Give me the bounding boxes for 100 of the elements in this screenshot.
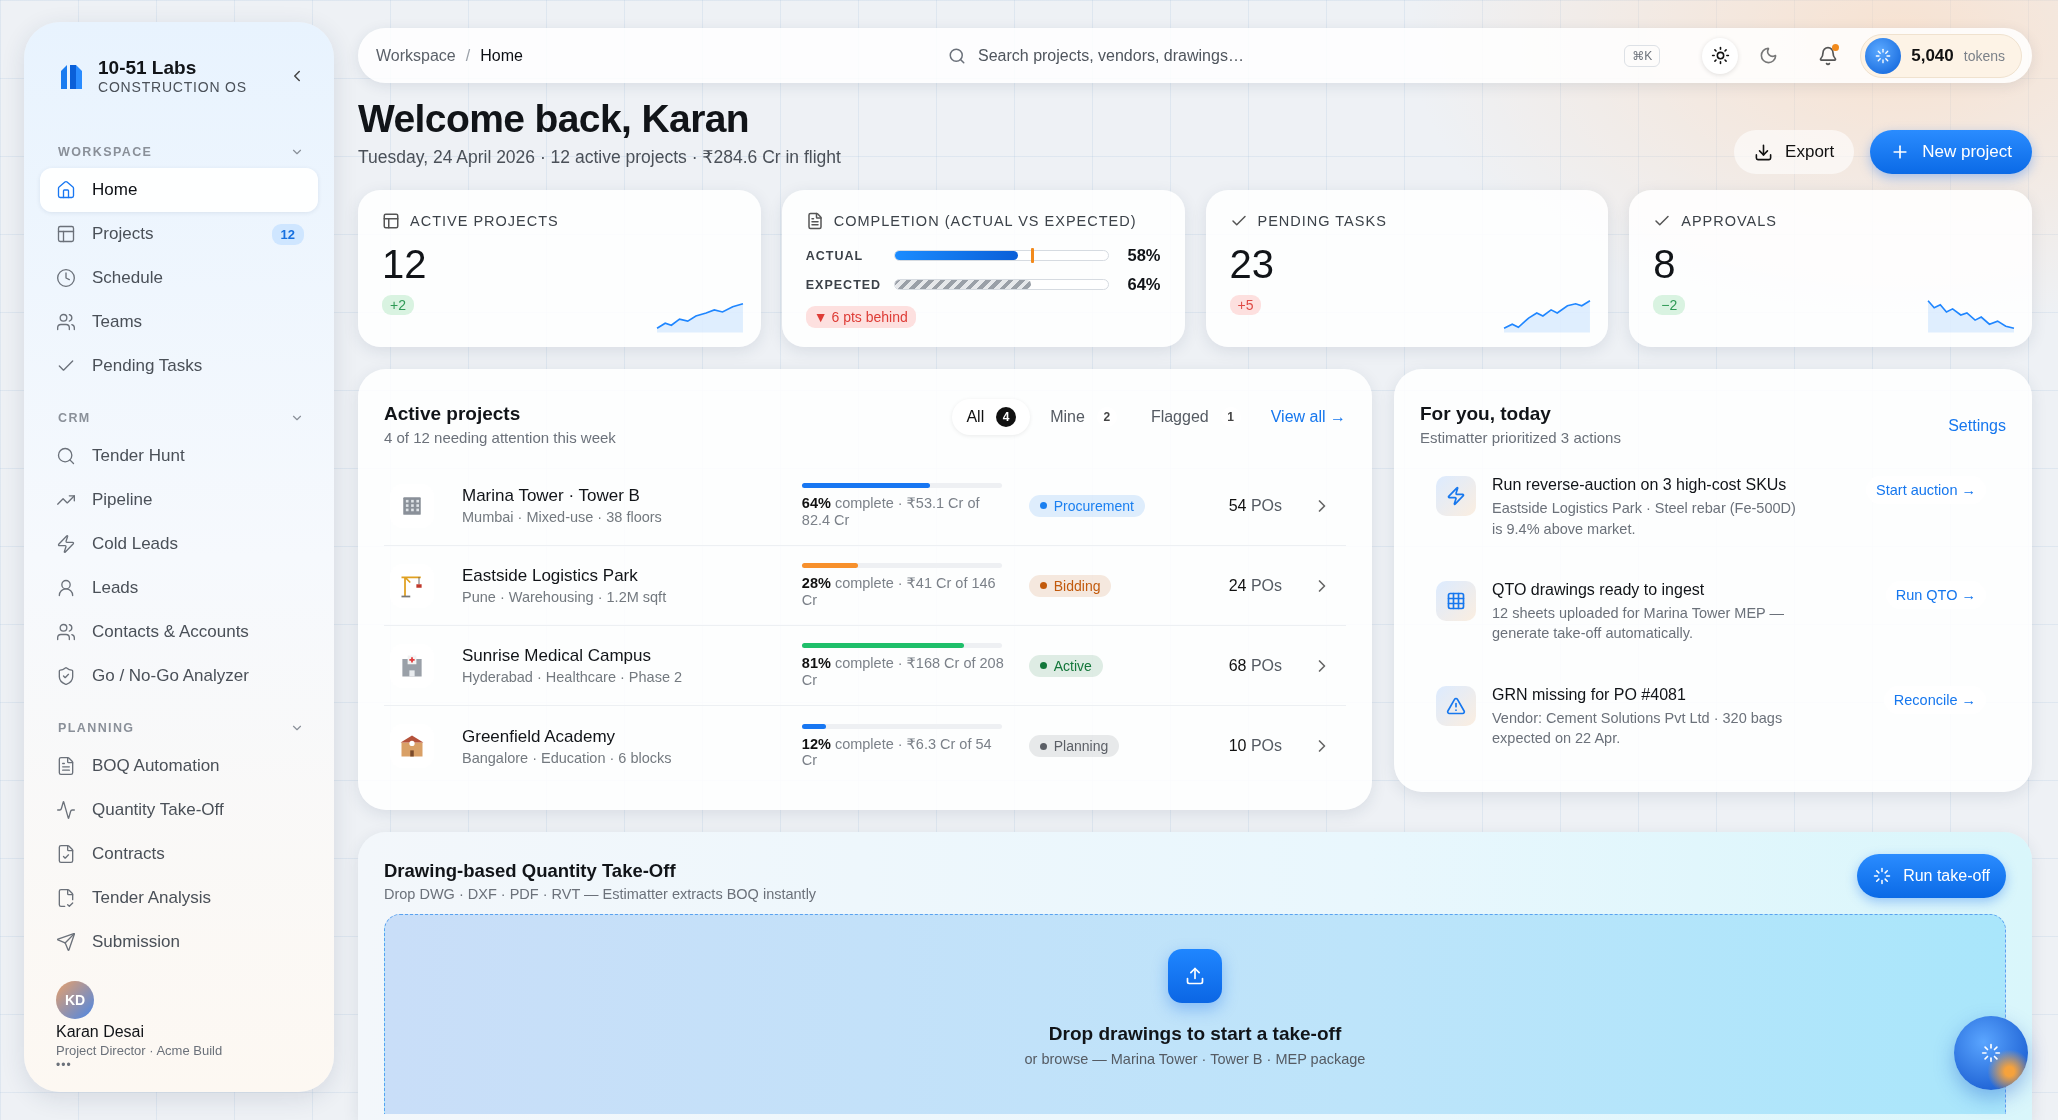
panel-title: Drawing-based Quantity Take-Off bbox=[384, 860, 677, 883]
nav-item[interactable]: Quantity Take-Off bbox=[40, 788, 318, 832]
download-icon bbox=[1754, 142, 1774, 162]
brand-tagline: CONSTRUCTION OS bbox=[98, 79, 248, 95]
user-icon bbox=[56, 578, 76, 598]
project-meta: Pune · Warehousing · 1.2M sqft bbox=[462, 589, 668, 606]
moon-icon bbox=[1758, 46, 1778, 66]
breadcrumb-separator: / bbox=[465, 46, 471, 65]
project-name: Sunrise Medical Campus bbox=[462, 646, 652, 667]
table-icon bbox=[382, 212, 400, 231]
drop-hint: or browse — Marina Tower · Tower B · MEP package bbox=[1024, 1051, 1366, 1068]
status-tag: Active bbox=[1028, 654, 1103, 677]
filter-tab[interactable]: Flagged 1 bbox=[1136, 399, 1255, 436]
user-name: Karan Desai bbox=[56, 1023, 145, 1041]
nav-item[interactable]: Home bbox=[40, 168, 318, 212]
kpi-label: PENDING TASKS bbox=[1257, 213, 1387, 230]
project-name: Greenfield Academy bbox=[462, 726, 617, 747]
action-link[interactable]: Reconcile → bbox=[1883, 685, 1986, 714]
delta-badge: +5 bbox=[1229, 295, 1262, 316]
project-row[interactable]: Sunrise Medical Campus Hyderabad · Healthcare · Phase 2 81% complete · ₹168 Cr of 208 Cr Active 68 POs bbox=[384, 626, 1346, 707]
nav-item[interactable]: Pending Tasks bbox=[40, 344, 318, 388]
spinner-icon bbox=[1981, 1043, 2001, 1063]
project-name: Eastside Logistics Park bbox=[462, 566, 639, 587]
breadcrumb-link[interactable]: Workspace bbox=[376, 46, 456, 65]
brand-name: 10-51 Labs bbox=[98, 57, 198, 79]
alert-badge: ▼ 6 pts behind bbox=[805, 306, 916, 329]
page-title: Welcome back, Karan bbox=[358, 97, 751, 142]
kpi-label: COMPLETION (ACTUAL VS EXPECTED) bbox=[833, 213, 1137, 230]
more-button[interactable]: ••• bbox=[56, 1058, 72, 1072]
drop-zone[interactable]: Drop drawings to start a take-off or browse — Marina Tower · Tower B · MEP package bbox=[384, 914, 2006, 1115]
user-role: Project Director · Acme Build bbox=[56, 1043, 223, 1058]
nav-item[interactable]: Schedule bbox=[40, 256, 318, 300]
progress-text: 81% complete · ₹168 Cr of 208 Cr bbox=[801, 655, 1005, 689]
status-tag: Bidding bbox=[1028, 574, 1112, 597]
project-meta: Mumbai · Mixed-use · 38 floors bbox=[462, 509, 663, 526]
document-icon bbox=[56, 756, 76, 776]
upload-button[interactable] bbox=[1168, 949, 1222, 1004]
panel-subtitle: Drop DWG · DXF · PDF · RVT — Estimatter extracts BOQ instantly bbox=[384, 886, 817, 903]
tokens-button[interactable]: 5,040 tokens bbox=[1860, 33, 2022, 78]
shortcut-hint: ⌘K bbox=[1624, 44, 1661, 67]
document-icon bbox=[805, 212, 824, 231]
filter-tab[interactable]: Mine 2 bbox=[1036, 399, 1131, 436]
panel-subtitle: 4 of 12 needing attention this week bbox=[384, 429, 616, 447]
token-orb-icon bbox=[1865, 37, 1902, 74]
nav-item[interactable]: Projects 12 bbox=[40, 212, 318, 256]
delta-badge: −2 bbox=[1653, 295, 1686, 316]
count-badge: 12 bbox=[271, 223, 304, 245]
view-all-link[interactable]: View all → bbox=[1270, 408, 1346, 427]
users-icon bbox=[56, 312, 76, 332]
kpi-value: 12 bbox=[382, 242, 428, 288]
user-avatar: KD bbox=[56, 981, 94, 1019]
action-title: Run reverse-auction on 3 high-cost SKUs bbox=[1492, 476, 1788, 495]
kpi-value: 23 bbox=[1229, 242, 1275, 288]
bar-reading: 58% bbox=[1127, 246, 1161, 266]
nav-item[interactable]: Teams bbox=[40, 300, 318, 344]
file-check-icon bbox=[56, 888, 76, 908]
run-takeoff-button[interactable]: Run take-off bbox=[1857, 854, 2006, 899]
bell-icon bbox=[1818, 45, 1839, 66]
secondary-button[interactable]: Export bbox=[1734, 130, 1855, 175]
nav-item[interactable]: Contacts & Accounts bbox=[40, 610, 318, 654]
light-mode-button[interactable] bbox=[1702, 37, 1739, 74]
breadcrumb-link[interactable]: Home bbox=[480, 46, 523, 65]
nav-item[interactable]: Go / No-Go Analyzer bbox=[40, 654, 318, 698]
primary-button[interactable]: New project bbox=[1870, 130, 2032, 175]
nav-item[interactable]: Contracts bbox=[40, 832, 318, 876]
nav-item[interactable]: Tender Analysis bbox=[40, 876, 318, 920]
nav-item[interactable]: Leads bbox=[40, 566, 318, 610]
progress-text: 12% complete · ₹6.3 Cr of 54 Cr bbox=[801, 735, 993, 770]
settings-link[interactable]: Settings bbox=[1948, 417, 2006, 436]
home-icon bbox=[56, 180, 76, 200]
kpi-label: ACTIVE PROJECTS bbox=[410, 213, 559, 230]
bar-label: EXPECTED bbox=[805, 277, 883, 292]
panel-subtitle: Estimatter prioritized 3 actions bbox=[1420, 429, 1621, 447]
bar-reading: 64% bbox=[1127, 275, 1161, 295]
pulse-icon bbox=[56, 800, 76, 820]
panel-title: Active projects bbox=[384, 403, 522, 426]
status-tag: Planning bbox=[1028, 735, 1120, 758]
kpi-label: APPROVALS bbox=[1681, 213, 1778, 230]
nav-item[interactable]: Pipeline bbox=[40, 478, 318, 522]
spinner-icon bbox=[1873, 867, 1892, 886]
filter-tab[interactable]: All 4 bbox=[952, 399, 1031, 436]
delta-badge: +2 bbox=[382, 295, 414, 316]
lightning-icon bbox=[1436, 476, 1476, 517]
search-icon bbox=[948, 46, 966, 65]
nav-item[interactable]: Submission bbox=[40, 920, 318, 964]
action-detail: 12 sheets uploaded for Marina Tower MEP — generate take-off automatically. bbox=[1492, 603, 1786, 644]
project-row[interactable]: Greenfield Academy Bangalore · Education · 6 blocks 12% complete · ₹6.3 Cr of 54 Cr Planning 10 POs bbox=[384, 706, 1346, 787]
project-row[interactable]: Marina Tower · Tower B Mumbai · Mixed-use · 38 floors 64% complete · ₹53.1 Cr of 82.4 Cr Procurement 54 POs bbox=[384, 466, 1346, 547]
status-tag: Procurement bbox=[1028, 494, 1145, 517]
progress-text: 28% complete · ₹41 Cr of 146 Cr bbox=[801, 575, 997, 609]
nav-item[interactable]: Cold Leads bbox=[40, 522, 318, 566]
progress-text: 64% complete · ₹53.1 Cr of 82.4 Cr bbox=[801, 495, 981, 529]
send-icon bbox=[56, 932, 76, 952]
panel-title: For you, today bbox=[1420, 403, 1552, 426]
nav-item[interactable]: Tender Hunt bbox=[40, 434, 318, 478]
project-row[interactable]: Eastside Logistics Park Pune · Warehousing · 1.2M sqft 28% complete · ₹41 Cr of 146 Cr Bidding 24 POs bbox=[384, 546, 1346, 627]
project-meta: Hyderabad · Healthcare · Phase 2 bbox=[462, 669, 684, 686]
nav-item[interactable]: BOQ Automation bbox=[40, 744, 318, 788]
search-field[interactable]: Search projects, vendors, drawings… bbox=[976, 45, 1396, 66]
project-meta: Bangalore · Education · 6 blocks bbox=[462, 749, 673, 766]
